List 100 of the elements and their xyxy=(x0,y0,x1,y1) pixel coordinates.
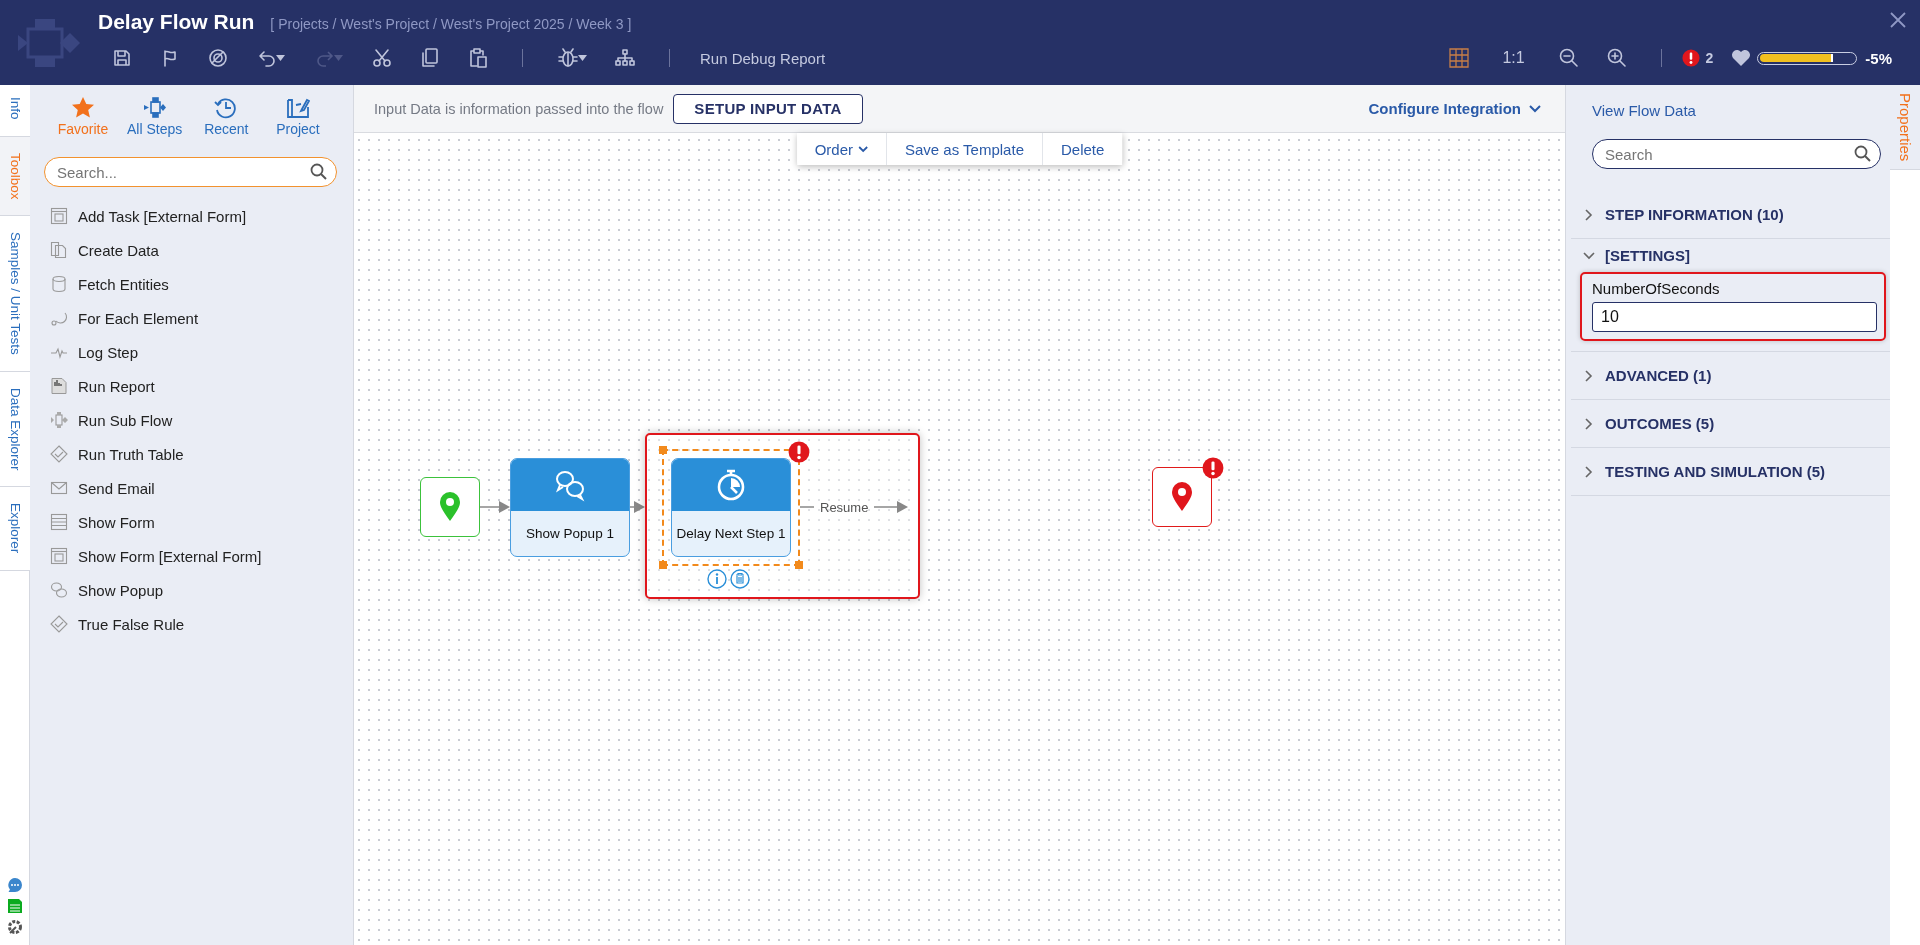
step-category-tab[interactable]: Recent xyxy=(193,96,260,137)
diamond-check-icon xyxy=(50,615,68,633)
heart-icon xyxy=(1731,49,1752,67)
chat-icon[interactable] xyxy=(6,877,23,893)
save-icon[interactable] xyxy=(113,49,131,67)
step-label: Delay Next Step 1 xyxy=(675,525,787,543)
chevron-down-icon xyxy=(1583,249,1595,262)
toolbox-item[interactable]: For Each Element xyxy=(44,301,337,335)
chevron-down-icon xyxy=(858,145,868,153)
error-count: 2 xyxy=(1705,50,1714,66)
resize-handle[interactable] xyxy=(659,561,667,569)
section-header[interactable]: OUTCOMES (5) xyxy=(1571,400,1890,447)
chevron-down-icon xyxy=(1529,104,1541,113)
info-icon xyxy=(707,569,727,589)
menu-button[interactable]: Save as Template xyxy=(887,133,1043,165)
setup-input-data-button[interactable]: SETUP INPUT DATA xyxy=(673,93,863,124)
toolbox-item[interactable]: Show Popup xyxy=(44,573,337,607)
delete-button[interactable] xyxy=(730,569,750,589)
form-icon xyxy=(50,547,68,565)
diamond-check-icon xyxy=(50,445,68,463)
configure-integration-button[interactable]: Configure Integration xyxy=(1362,99,1547,118)
grid-icon[interactable] xyxy=(1448,48,1469,68)
side-tab[interactable]: Info xyxy=(0,85,30,137)
step-label: Show Popup 1 xyxy=(525,525,615,543)
target-icon[interactable] xyxy=(208,48,228,68)
close-icon[interactable] xyxy=(1890,12,1906,28)
flow-icon xyxy=(50,411,68,429)
toolbox-item[interactable]: Show Form [External Form] xyxy=(44,539,337,573)
search-field[interactable]: Search xyxy=(1592,139,1881,169)
toolbox-item[interactable]: Log Step xyxy=(44,335,337,369)
caret-icon xyxy=(577,55,587,61)
info-button[interactable] xyxy=(707,569,727,589)
documents-icon xyxy=(50,241,68,259)
connector-arrow xyxy=(480,500,510,514)
zoom-in-icon[interactable] xyxy=(1606,48,1627,68)
steps-icon xyxy=(142,96,167,119)
search-icon[interactable] xyxy=(310,163,327,180)
search-field[interactable]: Search... xyxy=(44,157,337,187)
section-header[interactable]: TESTING AND SIMULATION (5) xyxy=(1571,448,1890,495)
toolbox-item[interactable]: True False Rule xyxy=(44,607,337,641)
report-icon xyxy=(50,377,68,395)
chat-bubbles-icon xyxy=(50,581,68,599)
resize-handle[interactable] xyxy=(659,446,667,454)
cylinder-icon xyxy=(50,275,68,293)
project-icon xyxy=(285,96,310,119)
copy-icon[interactable] xyxy=(421,48,439,68)
side-tab[interactable]: Explorer xyxy=(0,487,30,571)
chevron-right-icon xyxy=(1583,417,1595,430)
location-pin-icon xyxy=(439,492,461,522)
bug-icon xyxy=(557,48,578,68)
run-debug-report-link[interactable]: Run Debug Report xyxy=(694,49,832,67)
search-icon[interactable] xyxy=(1854,145,1871,162)
connector-arrow xyxy=(874,500,909,514)
toolbox-item[interactable]: Show Form xyxy=(44,505,337,539)
zoom-out-icon[interactable] xyxy=(1558,48,1579,68)
caret-icon xyxy=(275,55,285,61)
chat-bubbles-icon xyxy=(553,468,587,502)
section-header[interactable]: STEP INFORMATION (10) xyxy=(1571,191,1890,238)
health-reading: -5% xyxy=(1865,49,1892,67)
toolbox-item[interactable]: Add Task [External Form] xyxy=(44,199,337,233)
envelope-icon xyxy=(50,479,68,497)
field-label: NumberOfSeconds xyxy=(1592,280,1721,297)
toolbox-item[interactable]: Fetch Entities xyxy=(44,267,337,301)
chevron-right-icon xyxy=(1583,369,1595,382)
redo-icon xyxy=(315,49,334,67)
toolbox-item[interactable]: Create Data xyxy=(44,233,337,267)
flow-step-node[interactable]: Show Popup 1 xyxy=(510,458,630,557)
form-icon xyxy=(50,207,68,225)
sheet-icon[interactable] xyxy=(6,898,23,914)
toolbox-item[interactable]: Run Report xyxy=(44,369,337,403)
breadcrumb: [ Projects / West's Project / West's Project 2025 / Week 3 ] xyxy=(270,16,632,32)
flow-title: Delay Flow Run xyxy=(98,10,255,34)
flow-step-node[interactable]: Delay Next Step 1 xyxy=(671,458,791,557)
toolbox-item[interactable]: Run Sub Flow xyxy=(44,403,337,437)
table-icon xyxy=(50,513,68,531)
start-node[interactable] xyxy=(420,477,480,537)
connector-arrow xyxy=(630,500,645,514)
section-header[interactable]: ADVANCED (1) xyxy=(1571,352,1890,399)
menu-button[interactable]: Delete xyxy=(1043,133,1123,165)
hierarchy-icon[interactable] xyxy=(615,49,635,67)
toolbox-item[interactable]: Run Truth Table xyxy=(44,437,337,471)
step-category-tab[interactable]: All Steps xyxy=(121,96,188,137)
paste-icon[interactable] xyxy=(469,48,487,68)
side-tab[interactable]: Data Explorer xyxy=(0,371,30,488)
view-flow-data-link[interactable]: View Flow Data xyxy=(1592,102,1696,119)
wrench-gear-icon[interactable] xyxy=(6,919,23,935)
end-node[interactable] xyxy=(1152,467,1213,527)
undo-icon xyxy=(257,49,276,67)
section-header[interactable]: [SETTINGS] xyxy=(1571,239,1890,272)
caret-icon xyxy=(333,55,343,61)
order-dropdown[interactable]: Order xyxy=(796,133,887,165)
chevron-right-icon xyxy=(1583,208,1595,221)
input-field[interactable]: 10 xyxy=(1592,302,1877,332)
flag-icon[interactable] xyxy=(161,49,179,67)
toolbox-item[interactable]: Send Email xyxy=(44,471,337,505)
step-category-tab[interactable]: Project xyxy=(264,96,331,137)
side-tab[interactable]: Samples / Unit Tests xyxy=(0,216,30,372)
zoom-ratio: 1:1 xyxy=(1501,49,1526,67)
scissors-icon[interactable] xyxy=(372,48,392,68)
resize-handle[interactable] xyxy=(795,561,803,569)
